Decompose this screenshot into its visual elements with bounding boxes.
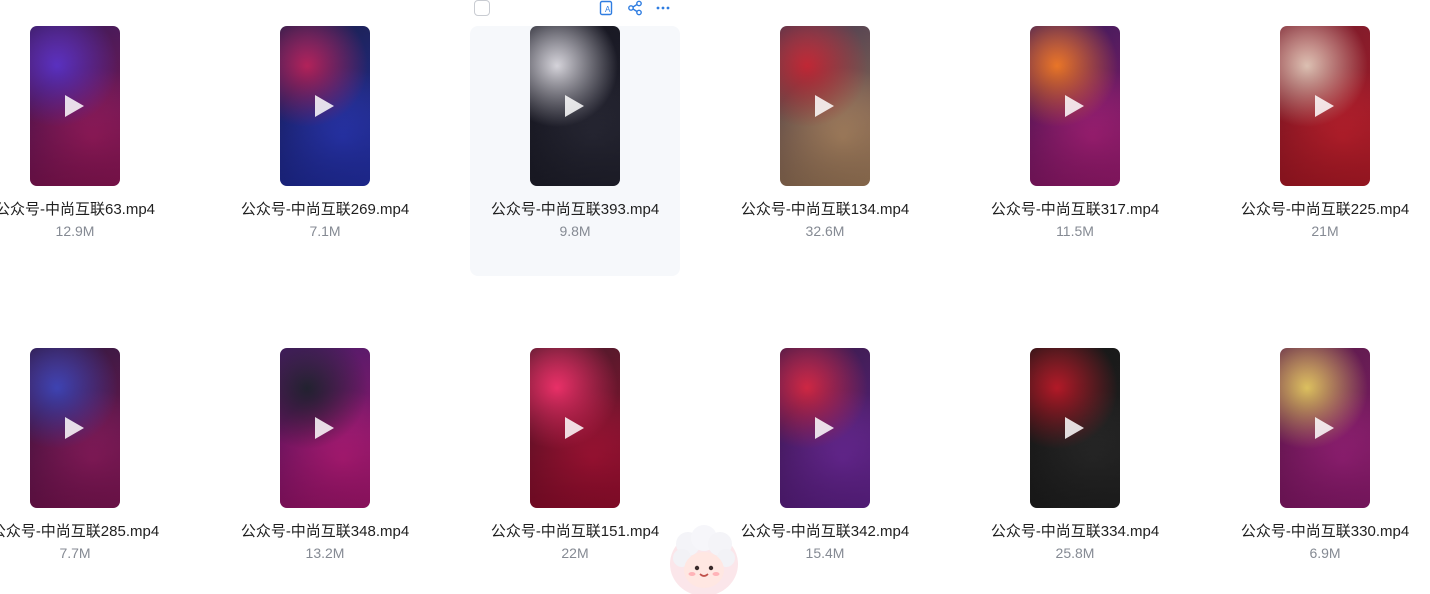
- file-item[interactable]: 公众号-中尚互联134.mp4 32.6M: [720, 0, 930, 250]
- file-item[interactable]: 公众号-中尚互联225.mp4 21M: [1220, 0, 1430, 250]
- file-size: 7.7M: [59, 545, 91, 561]
- file-size: 15.4M: [805, 545, 845, 561]
- file-name: 公众号-中尚互联393.mp4: [490, 201, 660, 218]
- play-icon: [315, 95, 334, 117]
- video-thumbnail[interactable]: [780, 26, 870, 186]
- share-icon[interactable]: [626, 0, 644, 16]
- file-size: 21M: [1311, 223, 1339, 239]
- file-name: 公众号-中尚互联348.mp4: [240, 523, 410, 540]
- file-size: 7.1M: [309, 223, 341, 239]
- select-checkbox[interactable]: [474, 0, 490, 16]
- video-thumbnail[interactable]: [1280, 26, 1370, 186]
- file-item[interactable]: 公众号-中尚互联63.mp4 12.9M: [0, 0, 180, 250]
- video-thumbnail[interactable]: [1030, 348, 1120, 508]
- file-name: 公众号-中尚互联269.mp4: [240, 201, 410, 218]
- file-item[interactable]: 公众号-中尚互联348.mp4 13.2M: [220, 322, 430, 572]
- video-thumbnail[interactable]: [530, 348, 620, 508]
- file-size: 13.2M: [305, 545, 345, 561]
- file-item[interactable]: 公众号-中尚互联393.mp4 9.8M A: [470, 0, 680, 276]
- video-thumbnail[interactable]: [280, 348, 370, 508]
- video-thumbnail[interactable]: [1280, 348, 1370, 508]
- play-icon: [65, 417, 84, 439]
- file-size: 22M: [561, 545, 589, 561]
- video-thumbnail[interactable]: [780, 348, 870, 508]
- file-item[interactable]: 公众号-中尚互联285.mp4 7.7M: [0, 322, 180, 572]
- play-icon: [1065, 417, 1084, 439]
- file-item[interactable]: 公众号-中尚互联334.mp4 25.8M: [970, 322, 1180, 572]
- file-item[interactable]: 公众号-中尚互联330.mp4 6.9M: [1220, 322, 1430, 572]
- file-size: 9.8M: [559, 223, 591, 239]
- play-icon: [65, 95, 84, 117]
- file-size: 25.8M: [1055, 545, 1095, 561]
- assistant-mascot-icon[interactable]: [668, 524, 740, 594]
- video-thumbnail[interactable]: [30, 26, 120, 186]
- file-name: 公众号-中尚互联317.mp4: [990, 201, 1160, 218]
- video-thumbnail[interactable]: [530, 26, 620, 186]
- play-icon: [1065, 95, 1084, 117]
- file-item[interactable]: 公众号-中尚互联151.mp4 22M: [470, 322, 680, 572]
- file-size: 12.9M: [55, 223, 95, 239]
- play-icon: [1315, 95, 1334, 117]
- file-name: 公众号-中尚互联334.mp4: [990, 523, 1160, 540]
- play-icon: [815, 417, 834, 439]
- file-size: 32.6M: [805, 223, 845, 239]
- ai-summary-icon[interactable]: A: [598, 0, 616, 16]
- play-icon: [565, 95, 584, 117]
- video-thumbnail[interactable]: [1030, 26, 1120, 186]
- play-icon: [1315, 417, 1334, 439]
- file-name: 公众号-中尚互联134.mp4: [740, 201, 910, 218]
- file-name: 公众号-中尚互联330.mp4: [1240, 523, 1410, 540]
- play-icon: [565, 417, 584, 439]
- play-icon: [315, 417, 334, 439]
- play-icon: [815, 95, 834, 117]
- video-thumbnail[interactable]: [30, 348, 120, 508]
- svg-text:A: A: [605, 5, 611, 14]
- file-item[interactable]: 公众号-中尚互联269.mp4 7.1M: [220, 0, 430, 250]
- file-item[interactable]: 公众号-中尚互联342.mp4 15.4M: [720, 322, 930, 572]
- file-grid: 公众号-中尚互联63.mp4 12.9M 公众号-中尚互联269.mp4 7.1M 公众…: [0, 0, 1430, 583]
- file-name: 公众号-中尚互联225.mp4: [1240, 201, 1410, 218]
- file-actions: A: [598, 0, 672, 16]
- file-item[interactable]: 公众号-中尚互联317.mp4 11.5M: [970, 0, 1180, 250]
- file-size: 6.9M: [1309, 545, 1341, 561]
- video-thumbnail[interactable]: [280, 26, 370, 186]
- file-size: 11.5M: [1056, 223, 1094, 239]
- more-icon[interactable]: [654, 0, 672, 16]
